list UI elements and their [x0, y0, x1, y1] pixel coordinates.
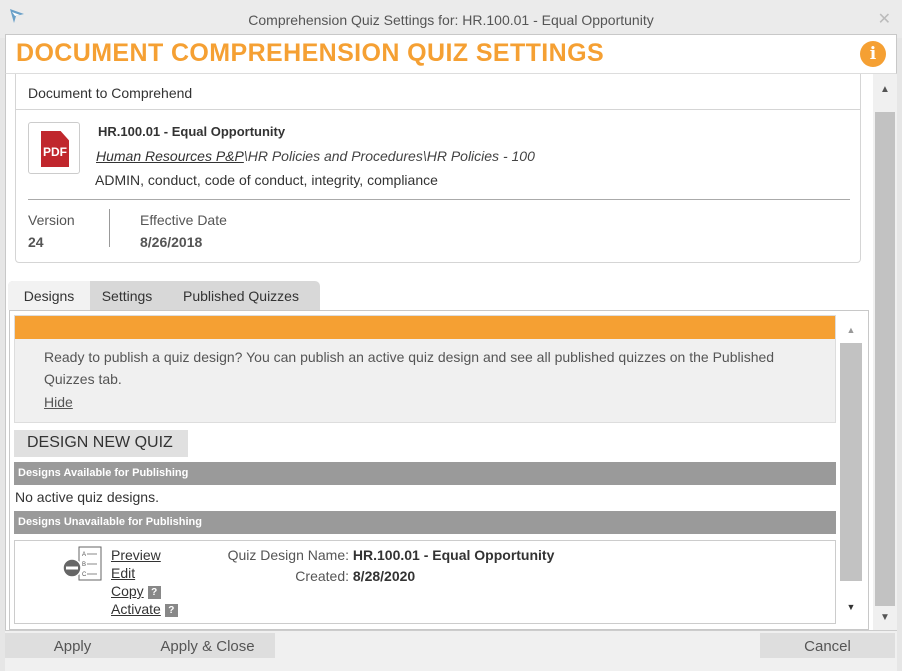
cancel-button[interactable]: Cancel: [760, 633, 895, 658]
publish-notice: Ready to publish a quiz design? You can …: [14, 315, 836, 423]
document-path-link[interactable]: Human Resources P&P: [96, 148, 244, 164]
available-designs-header: Designs Available for Publishing: [14, 462, 836, 485]
unavailable-designs-header: Designs Unavailable for Publishing: [14, 511, 836, 534]
effective-date-label: Effective Date: [140, 212, 227, 228]
divider: [109, 209, 110, 247]
tab-published-quizzes[interactable]: Published Quizzes: [164, 281, 318, 310]
panel-scrollbar[interactable]: ▲ ▼: [840, 317, 862, 615]
document-path-rest: \HR Policies and Procedures\HR Policies …: [243, 148, 535, 164]
design-new-quiz-button[interactable]: DESIGN NEW QUIZ: [14, 430, 188, 457]
scroll-thumb[interactable]: [840, 343, 862, 581]
designs-panel: Ready to publish a quiz design? You can …: [9, 310, 869, 630]
scroll-up-icon[interactable]: ▲: [873, 78, 897, 102]
svg-text:A: A: [82, 552, 86, 558]
document-path: Human Resources P&P\HR Policies and Proc…: [96, 148, 535, 164]
quiz-info: Quiz Design Name: HR.100.01 - Equal Oppo…: [221, 547, 555, 589]
apply-close-button[interactable]: Apply & Close: [140, 633, 275, 658]
page-title: DOCUMENT COMPREHENSION QUIZ SETTINGS: [16, 39, 605, 67]
quiz-name-label: Quiz Design Name:: [227, 547, 349, 563]
hide-notice-link[interactable]: Hide: [44, 394, 73, 410]
pdf-file-icon: PDF: [28, 122, 80, 174]
preview-link[interactable]: Preview: [111, 546, 178, 564]
activate-row: Activate?: [111, 600, 178, 618]
activate-link[interactable]: Activate: [111, 601, 161, 617]
quiz-design-item: A B C Preview Edit Copy? Activate? Quiz …: [14, 540, 836, 624]
page-scrollbar[interactable]: ▲ ▼: [873, 74, 897, 630]
dialog-footer: Apply Apply & Close Cancel: [5, 630, 897, 671]
scroll-down-icon[interactable]: ▼: [840, 599, 862, 615]
created-value: 8/28/2020: [352, 568, 416, 584]
window-titlebar: Comprehension Quiz Settings for: HR.100.…: [0, 0, 902, 38]
divider: [28, 199, 850, 200]
pdf-label: PDF: [43, 145, 67, 159]
scroll-thumb[interactable]: [875, 112, 895, 606]
no-active-designs-text: No active quiz designs.: [15, 489, 159, 505]
edit-link[interactable]: Edit: [111, 564, 178, 582]
document-name: HR.100.01 - Equal Opportunity: [98, 124, 286, 139]
notice-text: Ready to publish a quiz design? You can …: [44, 349, 775, 387]
quiz-name-value: HR.100.01 - Equal Opportunity: [352, 547, 555, 563]
info-icon[interactable]: i: [860, 41, 886, 67]
main-content: Document to Comprehend PDF HR.100.01 - E…: [5, 74, 873, 630]
help-icon[interactable]: ?: [164, 603, 178, 617]
version-label: Version: [28, 212, 75, 228]
inactive-quiz-icon: A B C: [62, 546, 102, 581]
svg-text:B: B: [82, 562, 86, 568]
version-value: 24: [28, 234, 44, 250]
tab-bar: Designs Settings Published Quizzes: [8, 281, 320, 310]
scroll-down-icon[interactable]: ▼: [873, 606, 897, 630]
created-label: Created:: [295, 568, 349, 584]
copy-link[interactable]: Copy: [111, 583, 144, 599]
close-icon[interactable]: ✕: [878, 9, 891, 29]
effective-date-value: 8/26/2018: [140, 234, 203, 250]
svg-text:C: C: [82, 572, 87, 578]
document-section-title: Document to Comprehend: [16, 74, 860, 110]
window-title: Comprehension Quiz Settings for: HR.100.…: [248, 12, 654, 28]
page-header: DOCUMENT COMPREHENSION QUIZ SETTINGS i: [5, 34, 897, 74]
tab-designs[interactable]: Designs: [8, 281, 90, 310]
copy-row: Copy?: [111, 582, 178, 600]
apply-button[interactable]: Apply: [5, 633, 140, 658]
document-card: Document to Comprehend PDF HR.100.01 - E…: [15, 74, 861, 263]
notice-accent-bar: [15, 316, 835, 339]
tab-settings[interactable]: Settings: [90, 281, 164, 310]
help-icon[interactable]: ?: [147, 585, 161, 599]
scroll-up-icon[interactable]: ▲: [840, 323, 862, 337]
document-keywords: ADMIN, conduct, code of conduct, integri…: [95, 172, 438, 188]
quiz-actions: Preview Edit Copy? Activate?: [111, 546, 178, 618]
